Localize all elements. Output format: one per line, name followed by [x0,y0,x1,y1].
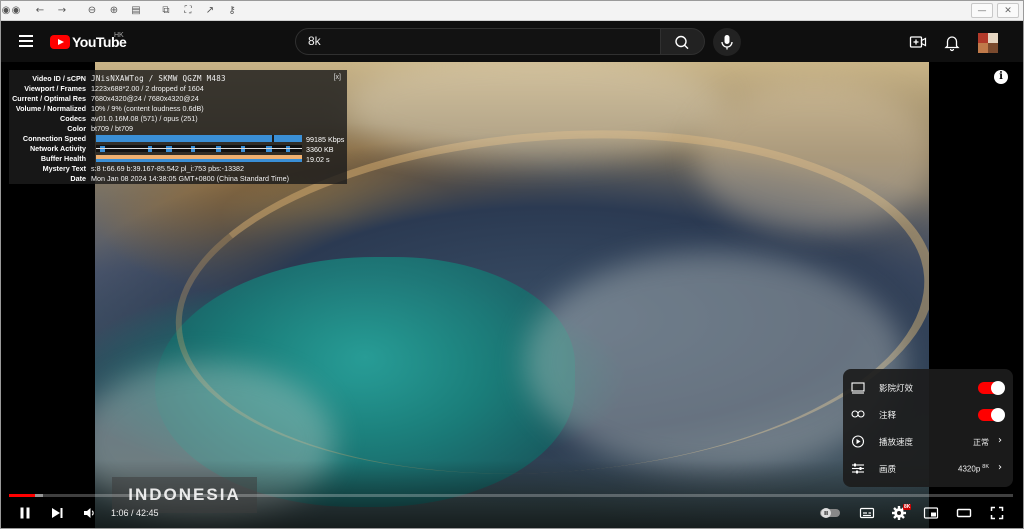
buffer-health-graph [96,155,302,162]
buffer-health-value: 19.02 s [306,155,330,164]
theater-mode-button[interactable] [954,503,974,523]
close-circle-icon[interactable]: ◉ [1,1,11,21]
voice-search-button[interactable] [713,28,741,56]
next-icon [52,508,63,518]
forward-arrow-icon[interactable]: → [51,1,73,21]
settings-menu: 影院灯效 注释 播放速度 正常 › 画质 4320p 8K › [843,369,1013,487]
pause-icon [20,507,30,519]
stat-row: Volume / Normalized 10% / 9% (content lo… [15,104,204,113]
browser-window: ◉ ◉ ← → ⊖ ⊕ ▤ ⧉ ⛶ ↗ ⚷ — ✕ YouTube HK 8k [0,0,1024,529]
stat-row: Viewport / Frames 1223x688*2.00 / 2 drop… [24,84,204,93]
stat-row: Mystery Text s:8 t:66.69 b:39.167-85.542… [42,164,245,173]
menu-item-playback-speed[interactable]: 播放速度 正常 › [843,428,1013,455]
pause-button[interactable] [15,503,35,523]
copy-icon[interactable]: ⧉ [155,1,177,21]
stat-row: Codecs av01.0.16M.08 (571) / opus (251) [60,114,198,123]
key-icon[interactable]: ⚷ [221,1,243,21]
notifications-bell-icon[interactable] [942,32,962,52]
youtube-play-logo-icon [50,35,70,49]
miniplayer-icon [923,507,939,519]
reader-view-icon[interactable]: ▤ [125,1,147,21]
zoom-out-icon[interactable]: ⊖ [81,1,103,21]
fullscreen-icon [990,506,1004,520]
quality-badge: 8K [903,504,912,510]
youtube-header: YouTube HK 8k [1,22,1023,62]
ambient-mode-toggle[interactable] [978,381,1005,395]
stats-for-nerds-panel: [x] Video ID / sCPN JNisNXAWTog / SKMW Q… [9,70,347,184]
connection-speed-value: 99185 Kbps [306,135,345,144]
playback-speed-value: 正常 [973,438,989,447]
quality-value: 4320p 8K [958,464,989,474]
stat-row: Date Mon Jan 08 2024 14:38:05 GMT+0800 (… [70,174,289,183]
menu-item-ambient-mode[interactable]: 影院灯效 [843,374,1013,401]
mist [695,82,929,232]
quality-icon [851,462,865,475]
subtitles-icon [859,507,875,519]
menu-item-annotations[interactable]: 注释 [843,401,1013,428]
annotations-toggle[interactable] [978,408,1005,422]
network-activity-graph [96,145,302,152]
annotations-icon [851,408,865,421]
open-external-icon[interactable]: ↗ [199,1,221,21]
info-icon[interactable]: i [994,70,1008,84]
window-close-button[interactable]: ✕ [997,3,1019,18]
progress-played [9,494,36,497]
search-button[interactable] [661,28,705,55]
autoplay-toggle[interactable] [819,503,841,523]
quality-8k-badge: 8K [982,464,989,470]
volume-icon [84,508,94,518]
ambient-mode-icon [851,381,865,394]
autoplay-pause-icon [820,508,840,518]
search-input[interactable]: 8k [295,28,661,55]
video-player[interactable]: i [x] Video ID / sCPN JNisNXAWTog / SKMW… [1,62,1023,528]
menu-icon[interactable] [19,35,33,47]
stat-row: Current / Optimal Res 7680x4320@24 / 768… [12,94,199,103]
subtitles-button[interactable] [857,503,877,523]
next-button[interactable] [47,503,67,523]
fullscreen-button[interactable] [987,503,1007,523]
miniplayer-button[interactable] [921,503,941,523]
progress-bar[interactable] [9,494,1013,497]
microphone-icon [721,35,733,50]
chevron-right-icon: › [998,435,1002,446]
create-video-icon[interactable] [908,32,928,52]
playback-speed-icon [851,435,865,448]
stat-row: Color bt709 / bt709 [67,124,133,133]
chevron-right-icon: › [998,462,1002,473]
logo-region: HK [114,32,124,39]
stat-row: Video ID / sCPN JNisNXAWTog / SKMW QGZM … [32,74,226,83]
zoom-in-icon[interactable]: ⊕ [103,1,125,21]
avatar[interactable] [978,33,998,53]
network-activity-value: 3360 KB [306,145,334,154]
back-arrow-icon[interactable]: ← [29,1,51,21]
volume-button[interactable] [79,503,99,523]
search-icon [675,35,689,50]
time-display: 1:06 / 42:45 [111,508,159,518]
window-minimize-button[interactable]: — [971,3,993,18]
menu-item-quality[interactable]: 画质 4320p 8K › [843,455,1013,482]
theater-mode-icon [956,508,972,518]
close-circle-icon[interactable]: ◉ [11,1,21,21]
browser-toolbar: ◉ ◉ ← → ⊖ ⊕ ▤ ⧉ ⛶ ↗ ⚷ — ✕ [1,1,1023,21]
connection-speed-graph [96,135,302,142]
fullscreen-frame-icon[interactable]: ⛶ [177,1,199,21]
